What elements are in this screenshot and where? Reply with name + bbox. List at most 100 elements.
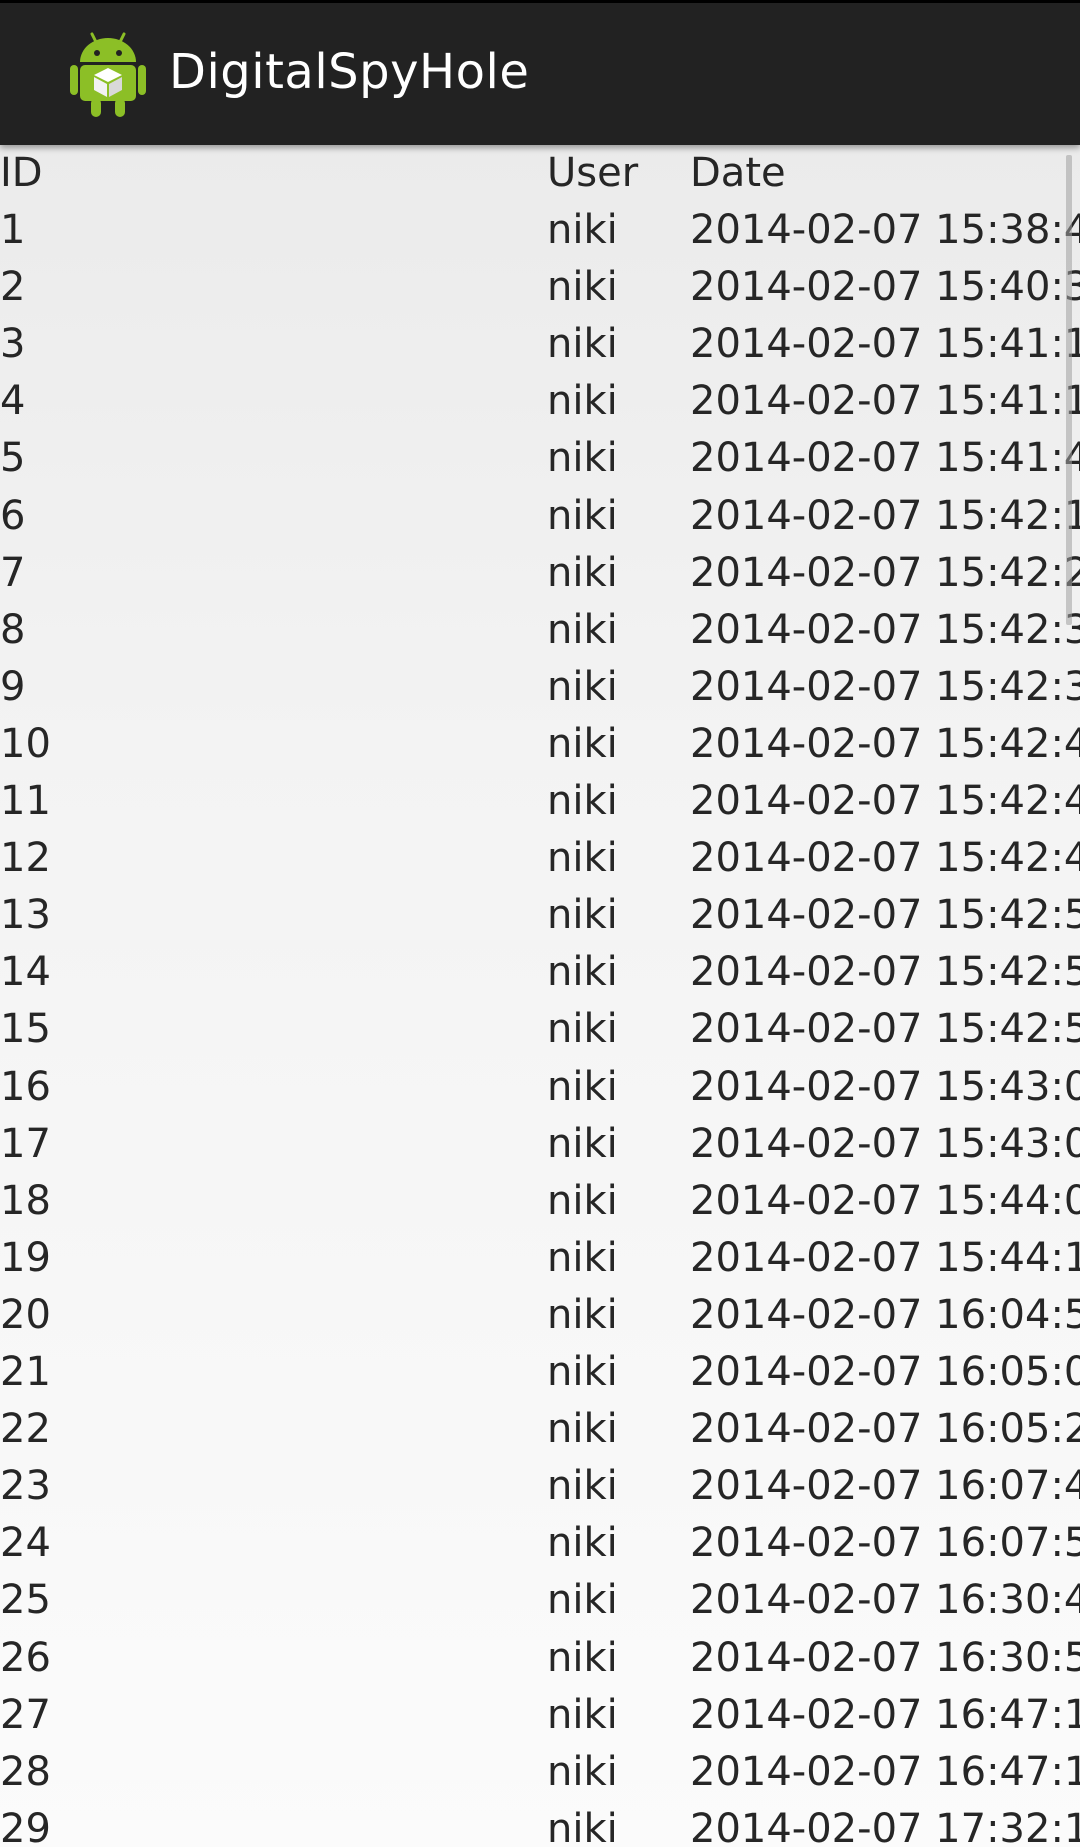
cell-date: 2014-02-07 16:30:45 <box>690 1577 1080 1623</box>
cell-user: niki <box>547 1749 618 1795</box>
cell-user: niki <box>547 493 618 539</box>
cell-date: 2014-02-07 16:47:14 <box>690 1692 1080 1738</box>
log-table[interactable]: ID User Date 1 niki 2014-02-07 15:38:45 2 ni… <box>0 145 1080 1847</box>
cell-user: niki <box>547 1292 618 1338</box>
cell-date: 2014-02-07 15:40:39 <box>690 264 1080 310</box>
cell-user: niki <box>547 664 618 710</box>
table-row[interactable]: 26 niki 2014-02-07 16:30:51 <box>0 1630 1080 1687</box>
table-row[interactable]: 13 niki 2014-02-07 15:42:51 <box>0 887 1080 944</box>
cell-id: 26 <box>0 1635 51 1681</box>
cell-date: 2014-02-07 17:32:15 <box>690 1806 1080 1847</box>
cell-id: 22 <box>0 1406 51 1452</box>
table-row[interactable]: 20 niki 2014-02-07 16:04:59 <box>0 1287 1080 1344</box>
cell-id: 17 <box>0 1121 51 1167</box>
table-row[interactable]: 8 niki 2014-02-07 15:42:33 <box>0 602 1080 659</box>
cell-date: 2014-02-07 15:41:10 <box>690 321 1080 367</box>
cell-user: niki <box>547 835 618 881</box>
table-row[interactable]: 19 niki 2014-02-07 15:44:16 <box>0 1230 1080 1287</box>
cell-id: 27 <box>0 1692 51 1738</box>
cell-user: niki <box>547 321 618 367</box>
cell-id: 25 <box>0 1577 51 1623</box>
cell-user: niki <box>547 1235 618 1281</box>
cell-date: 2014-02-07 15:38:45 <box>690 207 1080 253</box>
cell-date: 2014-02-07 15:42:33 <box>690 607 1080 653</box>
cell-date: 2014-02-07 15:42:41 <box>690 721 1080 767</box>
table-row[interactable]: 9 niki 2014-02-07 15:42:37 <box>0 659 1080 716</box>
cell-id: 15 <box>0 1006 51 1052</box>
cell-user: niki <box>547 1064 618 1110</box>
table-row[interactable]: 6 niki 2014-02-07 15:42:10 <box>0 488 1080 545</box>
table-row[interactable]: 27 niki 2014-02-07 16:47:14 <box>0 1687 1080 1744</box>
cell-user: niki <box>547 1349 618 1395</box>
cell-id: 21 <box>0 1349 51 1395</box>
cell-id: 2 <box>0 264 26 310</box>
cell-id: 6 <box>0 493 26 539</box>
header-user: User <box>547 150 639 196</box>
cell-user: niki <box>547 1520 618 1566</box>
cell-date: 2014-02-07 15:42:10 <box>690 493 1080 539</box>
cell-id: 14 <box>0 949 51 995</box>
table-row[interactable]: 11 niki 2014-02-07 15:42:44 <box>0 773 1080 830</box>
cell-date: 2014-02-07 15:44:16 <box>690 1235 1080 1281</box>
cell-date: 2014-02-07 16:07:56 <box>690 1520 1080 1566</box>
cell-id: 4 <box>0 378 26 424</box>
table-row[interactable]: 24 niki 2014-02-07 16:07:56 <box>0 1515 1080 1572</box>
cell-user: niki <box>547 378 618 424</box>
cell-date: 2014-02-07 15:42:37 <box>690 664 1080 710</box>
table-row[interactable]: 29 niki 2014-02-07 17:32:15 <box>0 1801 1080 1847</box>
cell-id: 10 <box>0 721 51 767</box>
action-bar: DigitalSpyHole <box>0 0 1080 145</box>
table-row[interactable]: 3 niki 2014-02-07 15:41:10 <box>0 316 1080 373</box>
cell-id: 19 <box>0 1235 51 1281</box>
table-row[interactable]: 2 niki 2014-02-07 15:40:39 <box>0 259 1080 316</box>
table-row[interactable]: 7 niki 2014-02-07 15:42:20 <box>0 545 1080 602</box>
table-row[interactable]: 18 niki 2014-02-07 15:44:07 <box>0 1173 1080 1230</box>
cell-id: 9 <box>0 664 26 710</box>
table-header: ID User Date <box>0 145 1080 202</box>
cell-date: 2014-02-07 15:43:05 <box>690 1121 1080 1167</box>
table-row[interactable]: 22 niki 2014-02-07 16:05:25 <box>0 1401 1080 1458</box>
table-row[interactable]: 5 niki 2014-02-07 15:41:47 <box>0 430 1080 487</box>
cell-date: 2014-02-07 16:04:59 <box>690 1292 1080 1338</box>
cell-date: 2014-02-07 15:42:20 <box>690 550 1080 596</box>
header-id: ID <box>0 150 43 196</box>
table-row[interactable]: 25 niki 2014-02-07 16:30:45 <box>0 1572 1080 1629</box>
cell-date: 2014-02-07 15:41:16 <box>690 378 1080 424</box>
cell-user: niki <box>547 1577 618 1623</box>
table-row[interactable]: 28 niki 2014-02-07 16:47:19 <box>0 1744 1080 1801</box>
cell-id: 8 <box>0 607 26 653</box>
table-row[interactable]: 21 niki 2014-02-07 16:05:06 <box>0 1344 1080 1401</box>
cell-id: 29 <box>0 1806 51 1847</box>
cell-id: 18 <box>0 1178 51 1224</box>
table-row[interactable]: 1 niki 2014-02-07 15:38:45 <box>0 202 1080 259</box>
cell-date: 2014-02-07 15:42:51 <box>690 892 1080 938</box>
cell-date: 2014-02-07 16:47:19 <box>690 1749 1080 1795</box>
status-divider <box>0 0 1080 3</box>
table-row[interactable]: 17 niki 2014-02-07 15:43:05 <box>0 1116 1080 1173</box>
table-row[interactable]: 12 niki 2014-02-07 15:42:48 <box>0 830 1080 887</box>
scrollbar[interactable] <box>1066 155 1072 625</box>
cell-id: 28 <box>0 1749 51 1795</box>
cell-date: 2014-02-07 15:42:44 <box>690 778 1080 824</box>
table-row[interactable]: 10 niki 2014-02-07 15:42:41 <box>0 716 1080 773</box>
cell-id: 11 <box>0 778 51 824</box>
cell-user: niki <box>547 1692 618 1738</box>
cell-id: 12 <box>0 835 51 881</box>
table-row[interactable]: 15 niki 2014-02-07 15:42:58 <box>0 1001 1080 1058</box>
cell-user: niki <box>547 1006 618 1052</box>
table-row[interactable]: 23 niki 2014-02-07 16:07:43 <box>0 1458 1080 1515</box>
cell-user: niki <box>547 892 618 938</box>
app-title: DigitalSpyHole <box>169 44 530 100</box>
cell-user: niki <box>547 1635 618 1681</box>
cell-date: 2014-02-07 16:05:06 <box>690 1349 1080 1395</box>
cell-id: 13 <box>0 892 51 938</box>
table-row[interactable]: 14 niki 2014-02-07 15:42:54 <box>0 944 1080 1001</box>
cell-date: 2014-02-07 16:05:25 <box>690 1406 1080 1452</box>
header-date: Date <box>690 150 786 196</box>
android-robot-icon[interactable] <box>70 30 146 118</box>
cell-user: niki <box>547 721 618 767</box>
cell-user: niki <box>547 435 618 481</box>
cell-user: niki <box>547 550 618 596</box>
table-row[interactable]: 4 niki 2014-02-07 15:41:16 <box>0 373 1080 430</box>
table-row[interactable]: 16 niki 2014-02-07 15:43:02 <box>0 1059 1080 1116</box>
